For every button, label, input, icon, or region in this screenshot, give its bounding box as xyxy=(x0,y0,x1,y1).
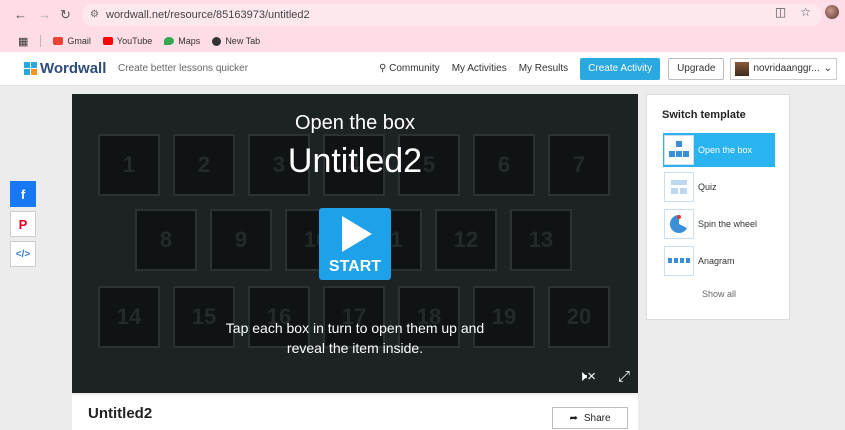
bookmark-star-icon[interactable]: ☆ xyxy=(800,5,811,19)
activity-title: Untitled2 xyxy=(88,405,153,422)
create-activity-button[interactable]: Create Activity xyxy=(580,58,661,80)
bookmark-label: New Tab xyxy=(225,36,261,46)
url-text: wordwall.net/resource/85163973/untitled2 xyxy=(106,9,310,21)
share-label: Share xyxy=(583,412,611,424)
my-activities-link[interactable]: My Activities xyxy=(446,58,513,80)
share-button[interactable]: ➦ Share xyxy=(552,407,628,429)
start-label: START xyxy=(328,258,382,275)
username-label: novridaanggr... xyxy=(753,63,820,74)
wordwall-header: Wordwall Create better lessons quicker ⚲… xyxy=(0,52,845,86)
upgrade-button[interactable]: Upgrade xyxy=(668,58,725,80)
game-player[interactable]: 1 2 3 4 5 6 7 8 9 10 11 12 13 14 15 16 1… xyxy=(72,94,638,393)
template-open-the-box[interactable]: Open the box xyxy=(663,133,775,167)
community-link[interactable]: ⚲ Community xyxy=(373,58,446,80)
embed-button[interactable]: </> xyxy=(10,241,36,267)
maps-pin-icon xyxy=(164,37,175,45)
chevron-down-icon: ⌄ xyxy=(823,63,832,74)
site-info-icon[interactable]: ⚙ xyxy=(90,4,99,26)
activity-name: Untitled2 xyxy=(287,142,423,180)
globe-icon xyxy=(212,36,222,46)
share-arrow-icon: ➦ xyxy=(569,412,578,424)
tagline: Create better lessons quicker xyxy=(118,63,249,74)
activity-info-bar: Untitled2 ➦ Share xyxy=(72,395,638,430)
facebook-icon: f xyxy=(20,186,26,202)
browser-actions: ◫ ☆ xyxy=(775,5,839,19)
box-tile[interactable]: 20 xyxy=(548,286,610,348)
template-label: Anagram xyxy=(698,256,735,266)
bookmarks-bar: ▦ Gmail YouTube Maps New Tab xyxy=(0,30,845,52)
start-button[interactable]: START xyxy=(319,208,391,280)
translate-icon[interactable]: ◫ xyxy=(775,5,786,19)
template-label: Quiz xyxy=(698,182,717,192)
gmail-icon xyxy=(53,37,64,45)
embed-icon: </> xyxy=(15,248,31,260)
mute-icon[interactable]: 🕨× xyxy=(578,368,596,385)
template-label: Spin the wheel xyxy=(698,219,758,229)
bookmark-label: Maps xyxy=(178,36,201,46)
user-avatar xyxy=(735,62,750,76)
template-quiz[interactable]: Quiz xyxy=(663,170,775,204)
logo-text: Wordwall xyxy=(40,60,107,77)
wordwall-logo-icon xyxy=(24,62,37,75)
bookmark-maps[interactable]: Maps xyxy=(164,36,200,46)
pinterest-icon: P xyxy=(18,216,28,232)
template-title: Open the box xyxy=(294,112,416,134)
bookmark-gmail[interactable]: Gmail xyxy=(53,36,91,46)
bookmark-label: Gmail xyxy=(67,36,91,46)
instructions: Tap each box in turn to open them up and… xyxy=(225,320,485,356)
bookmark-new-tab[interactable]: New Tab xyxy=(212,36,260,46)
box-tile[interactable]: 9 xyxy=(210,209,272,271)
pinterest-share-button[interactable]: P xyxy=(10,211,36,237)
fullscreen-icon[interactable]: ⤢ xyxy=(618,368,630,385)
play-icon xyxy=(342,216,372,252)
template-anagram[interactable]: Anagram xyxy=(663,244,775,278)
bookmark-label: YouTube xyxy=(116,36,153,46)
apps-grid-icon[interactable]: ▦ xyxy=(18,35,28,48)
top-navigation: ⚲ Community My Activities My Results Cre… xyxy=(373,58,837,80)
back-icon[interactable]: ← xyxy=(14,6,27,24)
show-all-link[interactable]: Show all xyxy=(647,289,791,299)
box-tile[interactable]: 12 xyxy=(435,209,497,271)
box-tile[interactable]: 14 xyxy=(98,286,160,348)
wordwall-logo[interactable]: Wordwall xyxy=(24,60,106,77)
box-tile[interactable]: 8 xyxy=(135,209,197,271)
my-results-link[interactable]: My Results xyxy=(513,58,574,80)
open-box-icon xyxy=(664,135,694,165)
bookmark-youtube[interactable]: YouTube xyxy=(102,36,153,46)
user-menu[interactable]: novridaanggr... ⌄ xyxy=(730,58,837,80)
search-icon: ⚲ xyxy=(379,63,387,74)
browser-chrome: ← → ↻ ⚙ wordwall.net/resource/85163973/u… xyxy=(0,0,845,52)
profile-avatar[interactable] xyxy=(825,5,839,19)
quiz-icon xyxy=(664,172,694,202)
address-bar[interactable]: ⚙ wordwall.net/resource/85163973/untitle… xyxy=(82,4,822,26)
bookmarks-separator xyxy=(40,35,42,47)
switch-template-panel: Switch template Open the box Quiz Spin t… xyxy=(646,94,790,320)
wheel-icon xyxy=(664,209,694,239)
template-label: Open the box xyxy=(698,145,753,155)
panel-title: Switch template xyxy=(662,109,746,121)
forward-icon[interactable]: → xyxy=(38,6,51,24)
reload-icon[interactable]: ↻ xyxy=(60,6,71,24)
anagram-icon xyxy=(664,246,694,276)
box-tile[interactable]: 13 xyxy=(510,209,572,271)
template-spin-the-wheel[interactable]: Spin the wheel xyxy=(663,207,775,241)
youtube-icon xyxy=(102,37,113,45)
address-row: ← → ↻ ⚙ wordwall.net/resource/85163973/u… xyxy=(0,0,845,30)
community-label: Community xyxy=(389,63,440,74)
facebook-share-button[interactable]: f xyxy=(10,181,36,207)
main-content: 1 2 3 4 5 6 7 8 9 10 11 12 13 14 15 16 1… xyxy=(0,86,845,430)
